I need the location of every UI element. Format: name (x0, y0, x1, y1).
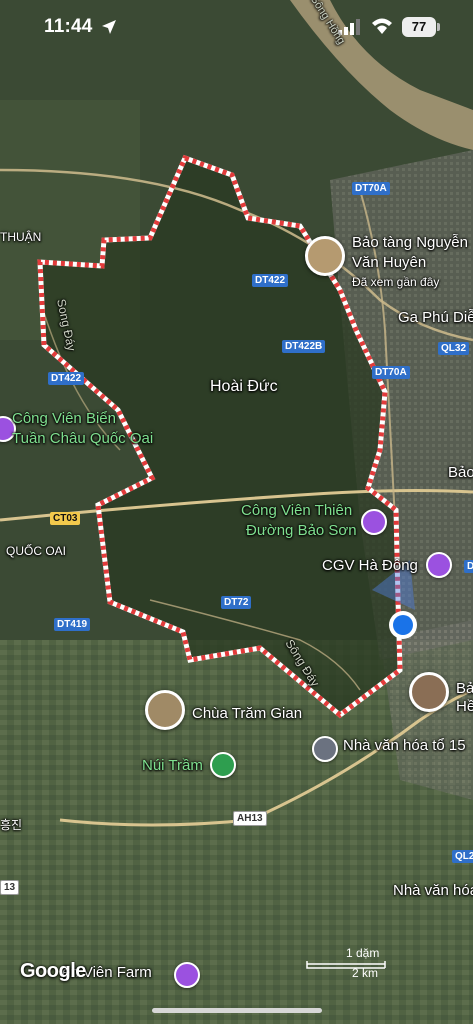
place-nha-van-hoa[interactable]: Nhà văn hóa (393, 882, 473, 899)
place-cong-vien-bien-line1[interactable]: Công Viên Biển (12, 410, 116, 427)
home-indicator[interactable] (152, 1008, 322, 1013)
road-dt70a-mid: DT70A (372, 366, 410, 379)
road-ql2: QL2 (452, 850, 473, 863)
place-nui-tram[interactable]: Núi Trầm (142, 757, 203, 774)
place-thuan: THUẬN (0, 230, 42, 244)
scale-imperial-label: 1 dặm (346, 946, 380, 960)
road-dt422-a: DT422 (252, 274, 289, 287)
road-ql32: QL32 (438, 342, 470, 355)
location-arrow-icon (102, 20, 116, 34)
status-time: 11:44 (44, 16, 93, 37)
camera-poi-icon[interactable] (174, 962, 200, 988)
place-quoc-oai: QUỐC OAI (6, 544, 67, 558)
scale-metric-label: 2 km (352, 966, 379, 980)
road-ah13: AH13 (233, 811, 267, 826)
mountain-icon[interactable] (210, 752, 236, 778)
road-dt422-left: DT422 (48, 372, 85, 385)
place-ga-phu-dien[interactable]: Ga Phú Diễ (398, 309, 473, 326)
amusement-park-icon[interactable] (361, 509, 387, 535)
road-dt419: DT419 (54, 618, 91, 631)
road-edge-d: D (464, 560, 473, 573)
battery-tip (437, 23, 440, 31)
location-pin-icon[interactable] (312, 736, 338, 762)
road-edge-13: 13 (0, 880, 20, 895)
battery-icon: 77 (402, 17, 436, 37)
bao-he-photo-pin[interactable] (409, 672, 449, 712)
place-chua-tram-gian[interactable]: Chùa Trăm Gian (192, 705, 302, 722)
chua-tram-gian-photo-pin[interactable] (145, 690, 185, 730)
place-bao-tang-sub: Đã xem gần đây (352, 275, 440, 289)
place-cong-vien-thien-line1[interactable]: Công Viên Thiên (241, 502, 352, 519)
place-bao-tang-line2[interactable]: Văn Huyên (352, 254, 426, 271)
cinema-icon[interactable] (426, 552, 452, 578)
place-bao-he-line2[interactable]: Hề (456, 698, 473, 715)
road-dt72: DT72 (221, 596, 252, 609)
road-ct03: CT03 (50, 512, 81, 525)
road-dt422b: DT422B (282, 340, 326, 353)
google-attribution: Google (20, 960, 86, 982)
place-cgv[interactable]: CGV Hà Đông (322, 557, 418, 574)
place-bao-tang-line1[interactable]: Bảo tàng Nguyễn (352, 234, 468, 251)
place-bao-he-line1[interactable]: Bả (456, 680, 473, 697)
place-cong-vien-bien-line2[interactable]: Tuần Châu Quốc Oai (12, 430, 153, 447)
place-bao-edge: Bảo (448, 464, 473, 481)
place-edge-kr: 흥진 (0, 818, 23, 832)
status-bar: 11:44 77 (0, 0, 473, 56)
place-cong-vien-thien-line2[interactable]: Đường Bảo Sơn (246, 522, 357, 539)
scale-bar: 1 dặm 2 km (306, 946, 386, 982)
bao-tang-photo-pin[interactable] (305, 236, 345, 276)
district-label-hoai-duc: Hoài Đức (210, 378, 278, 395)
wifi-icon (372, 18, 392, 34)
road-dt70a-top: DT70A (352, 182, 390, 195)
place-nha-van-hoa-15[interactable]: Nhà văn hóa tổ 15 (343, 737, 466, 754)
